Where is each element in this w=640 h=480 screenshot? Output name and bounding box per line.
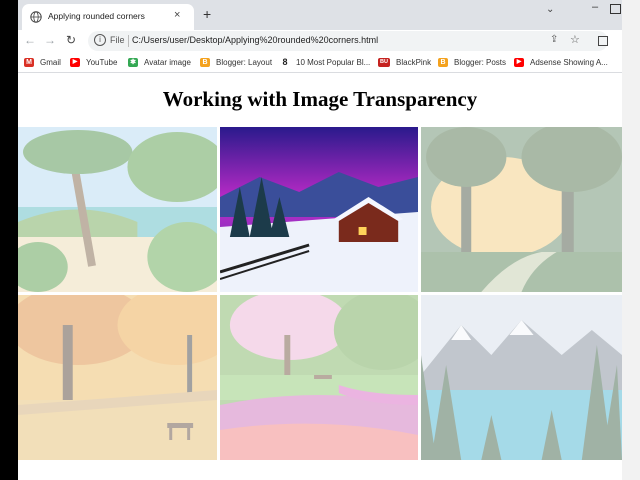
bookmarks-bar: M Gmail ▶ YouTube ✱ Avatar image B Blogg… [18, 52, 622, 73]
bookmark-blogger-posts[interactable]: B Blogger: Posts [438, 56, 506, 68]
bu-icon: BU [378, 57, 390, 67]
youtube-icon: ▶ [70, 57, 80, 67]
snowy-cabin-image [220, 127, 418, 292]
pinwheel-icon: ✱ [128, 57, 138, 67]
address-separator [128, 35, 129, 47]
gallery-image-mountain-lake [421, 295, 622, 460]
bookmark-blogger-layout[interactable]: B Blogger: Layout [200, 56, 272, 68]
bookmark-10-most-popular[interactable]: 8 10 Most Popular Bl... [280, 56, 370, 68]
tab-close-icon[interactable]: × [174, 9, 180, 21]
gallery-image-autumn-park [18, 295, 217, 460]
back-button[interactable]: ← [24, 33, 36, 47]
bookmark-youtube[interactable]: ▶ YouTube [70, 56, 117, 68]
page-content: Working with Image Transparency [18, 73, 622, 480]
misty-forest-image [421, 127, 622, 292]
share-icon[interactable]: ⇪ [550, 34, 558, 45]
bookmark-avatar-image[interactable]: ✱ Avatar image [128, 56, 191, 68]
new-tab-button[interactable]: + [203, 6, 211, 22]
window-edge [610, 0, 640, 480]
tab-strip: Applying rounded corners × + ⌄ – [18, 0, 622, 30]
gallery-image-tropical-beach [18, 127, 217, 292]
gallery-image-snowy-cabin [220, 127, 418, 292]
blogger-icon: B [438, 57, 448, 67]
reload-button[interactable]: ↻ [66, 33, 76, 47]
globe-icon [30, 11, 42, 23]
file-label: File [110, 35, 125, 45]
side-panel-icon[interactable] [598, 36, 608, 46]
forward-button[interactable]: → [44, 33, 56, 47]
toolbar: ← → ↻ i File C:/Users/user/Desktop/Apply… [18, 30, 622, 52]
tab-search-chevron-icon[interactable]: ⌄ [546, 4, 554, 15]
address-bar[interactable]: i File C:/Users/user/Desktop/Applying%20… [88, 31, 608, 51]
link-icon: 8 [280, 57, 290, 67]
tropical-beach-image [18, 127, 217, 292]
autumn-park-image [18, 295, 217, 460]
bookmark-adsense[interactable]: ▶ Adsense Showing A... [514, 56, 608, 68]
tab-title: Applying rounded corners [48, 11, 145, 21]
minimize-button[interactable]: – [592, 1, 598, 13]
info-icon[interactable]: i [94, 34, 106, 46]
gmail-icon: M [24, 57, 34, 67]
maximize-button[interactable] [610, 4, 621, 14]
bookmark-star-icon[interactable]: ☆ [570, 33, 580, 46]
youtube-icon: ▶ [514, 57, 524, 67]
url-text[interactable]: C:/Users/user/Desktop/Applying%20rounded… [132, 35, 378, 45]
browser-window: Applying rounded corners × + ⌄ – ← → ↻ i… [18, 0, 622, 480]
gallery-image-flower-garden [220, 295, 418, 460]
flower-garden-image [220, 295, 418, 460]
blogger-icon: B [200, 57, 210, 67]
gallery-image-misty-forest [421, 127, 622, 292]
bookmark-blackpink[interactable]: BU BlackPink [378, 56, 431, 68]
mountain-lake-image [421, 295, 622, 460]
bookmark-gmail[interactable]: M Gmail [24, 56, 61, 68]
page-heading: Working with Image Transparency [162, 87, 478, 111]
tab-active[interactable]: Applying rounded corners × [22, 4, 194, 30]
